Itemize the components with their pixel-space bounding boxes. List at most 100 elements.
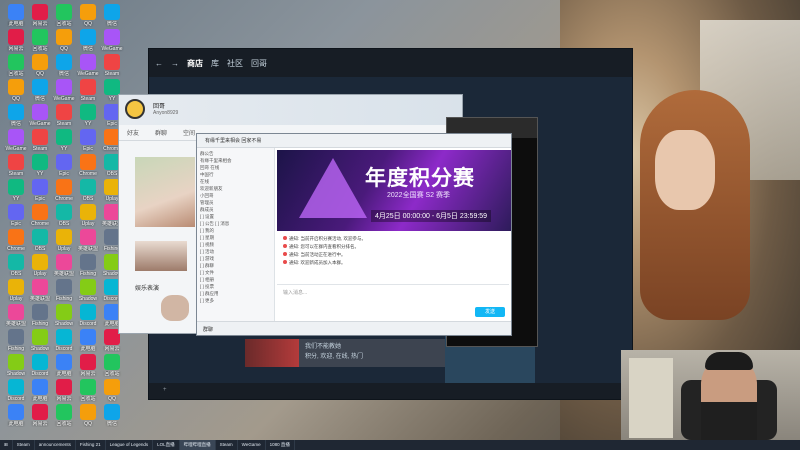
list-item[interactable]: [ ] 活动 [200,249,271,256]
desktop-icon[interactable]: 此电脑 [76,329,100,352]
desktop-icon[interactable]: 此电脑 [4,404,28,427]
desktop-icon[interactable]: YY [76,104,100,127]
list-item[interactable]: [ ] 相册 [200,277,271,284]
desktop-icon[interactable]: WeGame [100,29,124,52]
desktop-icon[interactable]: Epic [76,129,100,152]
list-item[interactable]: [ ] 视频 [200,242,271,249]
profile-photo-3[interactable] [161,295,189,321]
desktop-icon[interactable]: Uplay [4,279,28,302]
desktop-icon[interactable]: Steam [76,79,100,102]
desktop-icon[interactable]: Shadow [52,304,76,327]
desktop-icon[interactable]: 回收站 [28,29,52,52]
desktop-icon[interactable]: Chrome [76,154,100,177]
taskbar-item[interactable]: 哔哩哔哩直播 [179,440,216,450]
desktop-icon[interactable]: Chrome [52,179,76,202]
tab-friends[interactable]: 好友 [127,128,139,137]
taskbar-item[interactable]: announcements [35,440,76,450]
desktop-icon[interactable]: 回收站 [76,379,100,402]
profile-photo[interactable] [135,157,195,227]
desktop-icon[interactable]: WeGame [28,104,52,127]
desktop-icon[interactable]: 回收站 [100,354,124,377]
desktop-icon[interactable]: Uplay [28,254,52,277]
list-item[interactable]: [ ] 我的 [200,228,271,235]
desktop-icon[interactable]: 英雄联盟 [52,254,76,277]
desktop-icon[interactable]: Uplay [52,229,76,252]
desktop-icon[interactable]: 微信 [28,79,52,102]
list-item[interactable]: 群成员 [200,207,271,214]
taskbar-item[interactable]: Steam [216,440,238,450]
desktop-icon[interactable]: 网易云 [28,404,52,427]
desktop-icon[interactable]: Chrome [4,229,28,252]
desktop-icon[interactable]: Fishing [52,279,76,302]
event-banner[interactable]: 年度积分赛 2022全国赛 S2 赛季 4月25日 00:00:00 - 6月5… [277,150,511,231]
desktop-icon[interactable]: QQ [4,79,28,102]
taskbar-item[interactable]: WeGame [238,440,266,450]
desktop-icon[interactable]: Steam [52,104,76,127]
desktop-icon[interactable]: Chrome [28,204,52,227]
desktop-icon[interactable]: QQ [28,54,52,77]
steam-game-card[interactable]: 我们不能教她 积分, 欢迎, 在线, 热门 [245,339,445,367]
start-icon[interactable]: ⊞ [0,440,13,450]
desktop-icon[interactable]: QQ [52,29,76,52]
taskbar-item[interactable]: League of Legends [106,440,154,450]
list-item[interactable]: [ ] 群聊 [200,263,271,270]
list-item[interactable]: [ ] 文件 [200,270,271,277]
desktop-icon[interactable]: 网易云 [76,354,100,377]
steam-tab-community[interactable]: 社区 [227,58,243,69]
desktop-icon[interactable]: Discord [4,379,28,402]
desktop-icon[interactable]: Discord [52,329,76,352]
desktop-icon[interactable]: YY [28,154,52,177]
desktop-icon[interactable]: Shadow [76,279,100,302]
desktop-icon[interactable]: 英雄联盟 [4,304,28,327]
desktop-icon[interactable]: Discord [28,354,52,377]
desktop-icon[interactable]: 回收站 [4,54,28,77]
desktop-icon[interactable]: WeGame [4,129,28,152]
desktop-icon[interactable]: 英雄联盟 [76,229,100,252]
profile-photo-2[interactable] [135,241,187,271]
desktop-icon[interactable]: 微信 [100,404,124,427]
desktop-icon[interactable]: OBS [4,254,28,277]
desktop-icon[interactable]: 网易云 [52,379,76,402]
send-button[interactable]: 发送 [475,307,505,317]
desktop-icon[interactable]: 微信 [100,4,124,27]
list-item[interactable]: [ ] 投票 [200,284,271,291]
desktop-icon[interactable]: 此电脑 [52,354,76,377]
desktop-icon[interactable]: Epic [52,154,76,177]
list-item[interactable]: [ ] 群应用 [200,291,271,298]
steam-tab-store[interactable]: 商店 [187,58,203,69]
avatar[interactable] [125,99,145,119]
desktop-icon[interactable]: Epic [4,204,28,227]
list-item[interactable]: [ ] 游戏 [200,256,271,263]
desktop-icon[interactable]: WeGame [76,54,100,77]
desktop-icon[interactable]: 此电脑 [4,4,28,27]
desktop-icon[interactable]: OBS [76,179,100,202]
desktop-icon[interactable]: Steam [4,154,28,177]
desktop-icon[interactable]: OBS [28,229,52,252]
desktop-icon[interactable]: Steam [100,54,124,77]
desktop-icon[interactable]: QQ [100,379,124,402]
desktop-icon[interactable]: Fishing [28,304,52,327]
tab-groups[interactable]: 群聊 [155,128,167,137]
list-item[interactable]: [ ] 更多 [200,298,271,305]
taskbar-item[interactable]: Steam [13,440,35,450]
taskbar-item[interactable]: LOL直播 [153,440,180,450]
list-item[interactable]: 在线 [200,179,271,186]
desktop-icon[interactable]: 网易云 [4,29,28,52]
desktop-icon[interactable]: YY [4,179,28,202]
desktop-icon[interactable]: Uplay [76,204,100,227]
desktop-icon[interactable]: QQ [76,404,100,427]
desktop-icon[interactable]: Shadow [28,329,52,352]
list-item[interactable]: 欢迎新朋友 [200,186,271,193]
steam-back-icon[interactable]: ← [155,59,163,68]
list-item[interactable]: 小回哥 [200,193,271,200]
steam-tab-library[interactable]: 库 [211,58,219,69]
desktop-icon[interactable]: 微信 [76,29,100,52]
desktop-icon[interactable]: QQ [76,4,100,27]
desktop-icon[interactable]: YY [52,129,76,152]
steam-tab-profile[interactable]: 回哥 [251,58,267,69]
desktop-icon[interactable]: 微信 [52,54,76,77]
tab-space[interactable]: 空间 [183,128,195,137]
taskbar-item[interactable]: 1080 直播 [266,440,295,450]
desktop-icon[interactable]: 微信 [4,104,28,127]
list-item[interactable]: [ ] 设置 [200,214,271,221]
